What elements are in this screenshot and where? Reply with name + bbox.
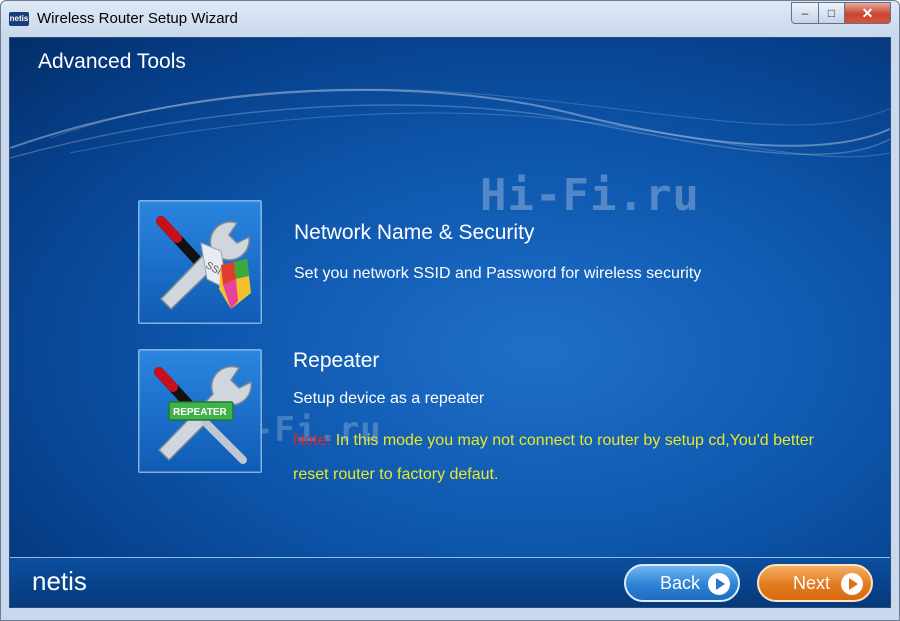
repeater-description: Setup device as a repeater: [293, 390, 485, 407]
title-bar[interactable]: netis Wireless Router Setup Wizard – □ ✕: [1, 1, 899, 37]
note-text: In this mode you may not connect to rout…: [293, 432, 814, 483]
arrow-right-icon: [708, 573, 730, 595]
wizard-panel: Advanced Tools Hi-Fi.ru Hi-Fi.ru SSID Ne…: [9, 37, 891, 608]
maximize-button[interactable]: □: [818, 2, 844, 24]
window-title: Wireless Router Setup Wizard: [37, 10, 238, 27]
app-window: netis Wireless Router Setup Wizard – □ ✕…: [0, 0, 900, 621]
window-controls: – □ ✕: [791, 2, 891, 24]
repeater-note: Note: In this mode you may not connect t…: [293, 424, 853, 492]
wrench-screwdriver-ssid-shield-icon: SSID: [156, 216, 251, 311]
network-security-tool-button[interactable]: SSID: [138, 200, 262, 324]
watermark-text: Hi-Fi.ru: [480, 170, 700, 221]
next-button[interactable]: Next: [757, 564, 873, 602]
close-icon: ✕: [861, 4, 874, 21]
minimize-icon: –: [801, 6, 809, 20]
note-label: Note:: [293, 432, 332, 449]
back-button-label: Back: [660, 572, 701, 593]
next-button-label: Next: [793, 572, 831, 593]
wizard-footer: netis Back Next: [10, 557, 890, 607]
maximize-icon: □: [827, 6, 836, 20]
repeater-tool-button[interactable]: REPEATER: [138, 349, 262, 473]
repeater-label: REPEATER: [173, 407, 227, 418]
minimize-button[interactable]: –: [791, 2, 818, 24]
network-security-title[interactable]: Network Name & Security: [294, 221, 534, 245]
brand-logo: netis: [32, 566, 87, 596]
network-security-description: Set you network SSID and Password for wi…: [294, 265, 702, 282]
back-button[interactable]: Back: [624, 564, 740, 602]
close-button[interactable]: ✕: [844, 2, 891, 24]
repeater-title[interactable]: Repeater: [293, 349, 379, 373]
app-logo-icon: netis: [9, 12, 29, 26]
arrow-right-icon: [841, 573, 863, 595]
wrench-screwdriver-repeater-icon: REPEATER: [154, 365, 252, 464]
page-title: Advanced Tools: [38, 50, 186, 73]
